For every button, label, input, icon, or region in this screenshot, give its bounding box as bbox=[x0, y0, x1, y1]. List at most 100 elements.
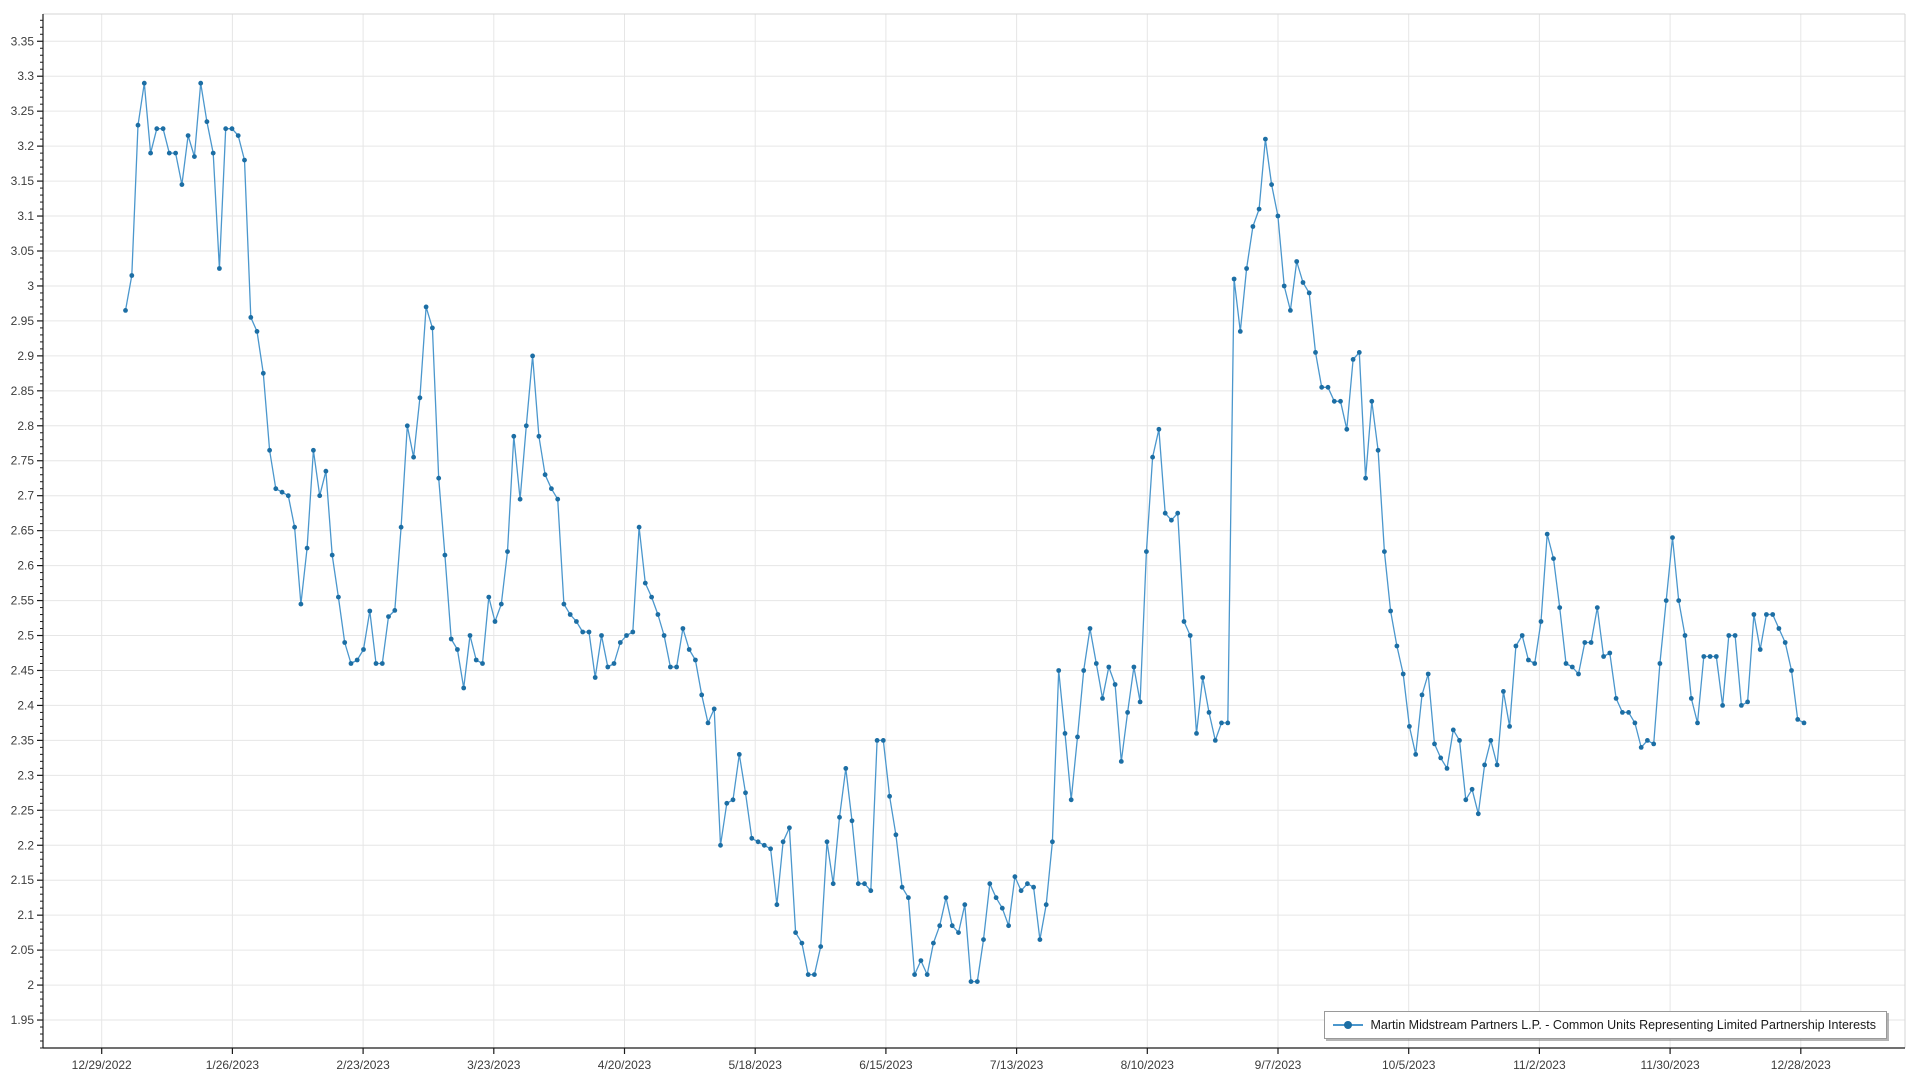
data-point bbox=[1125, 710, 1130, 715]
data-point bbox=[1488, 738, 1493, 743]
data-point bbox=[386, 614, 391, 619]
data-point bbox=[555, 497, 560, 502]
data-point bbox=[455, 647, 460, 652]
data-point bbox=[180, 182, 185, 187]
data-point bbox=[1401, 672, 1406, 677]
data-point bbox=[593, 675, 598, 680]
data-point bbox=[649, 595, 654, 600]
data-point bbox=[662, 633, 667, 638]
data-point bbox=[1695, 721, 1700, 726]
y-tick-label: 3.15 bbox=[11, 174, 35, 188]
data-point bbox=[994, 895, 999, 900]
data-point bbox=[1714, 654, 1719, 659]
data-point bbox=[800, 941, 805, 946]
data-point bbox=[192, 154, 197, 159]
data-point bbox=[286, 493, 291, 498]
data-point bbox=[1708, 654, 1713, 659]
data-point bbox=[1225, 721, 1230, 726]
data-point bbox=[411, 455, 416, 460]
data-point bbox=[1025, 881, 1030, 886]
data-point bbox=[1088, 626, 1093, 631]
data-point bbox=[267, 448, 272, 453]
data-point bbox=[273, 486, 278, 491]
data-point bbox=[1263, 137, 1268, 142]
data-point bbox=[1175, 511, 1180, 516]
data-point bbox=[1745, 700, 1750, 705]
data-point bbox=[1551, 556, 1556, 561]
data-point bbox=[537, 434, 542, 439]
data-point bbox=[511, 434, 516, 439]
data-point bbox=[380, 661, 385, 666]
data-point bbox=[405, 423, 410, 428]
data-point bbox=[612, 661, 617, 666]
data-point bbox=[1163, 511, 1168, 516]
data-point bbox=[1557, 605, 1562, 610]
data-point bbox=[1607, 651, 1612, 656]
data-point bbox=[173, 151, 178, 156]
y-tick-label: 2.05 bbox=[11, 943, 35, 957]
data-point bbox=[399, 525, 404, 530]
data-point bbox=[831, 881, 836, 886]
data-point bbox=[1294, 259, 1299, 264]
data-point bbox=[1614, 696, 1619, 701]
data-point bbox=[862, 881, 867, 886]
y-tick-label: 2.35 bbox=[11, 733, 35, 747]
price-line bbox=[126, 83, 1805, 981]
data-point bbox=[1257, 207, 1262, 212]
data-point bbox=[1006, 923, 1011, 928]
data-point bbox=[1000, 906, 1005, 911]
data-point bbox=[1676, 598, 1681, 603]
data-point bbox=[937, 923, 942, 928]
data-point bbox=[875, 738, 880, 743]
data-point bbox=[1683, 633, 1688, 638]
data-point bbox=[1726, 633, 1731, 638]
data-point bbox=[336, 595, 341, 600]
data-point bbox=[1238, 329, 1243, 334]
x-tick-label: 11/2/2023 bbox=[1513, 1058, 1566, 1072]
data-point bbox=[656, 612, 661, 617]
data-point bbox=[1601, 654, 1606, 659]
x-tick-label: 11/30/2023 bbox=[1641, 1058, 1700, 1072]
data-point bbox=[1363, 476, 1368, 481]
data-point bbox=[1063, 731, 1068, 736]
data-point bbox=[1344, 427, 1349, 432]
data-point bbox=[1332, 399, 1337, 404]
data-point bbox=[912, 972, 917, 977]
x-tick-label: 5/18/2023 bbox=[729, 1058, 783, 1072]
data-point bbox=[1495, 763, 1500, 768]
data-point bbox=[392, 608, 397, 613]
data-point bbox=[223, 126, 228, 131]
data-point bbox=[1752, 612, 1757, 617]
data-point bbox=[1589, 640, 1594, 645]
data-point bbox=[242, 158, 247, 163]
data-point bbox=[430, 326, 435, 331]
data-point bbox=[230, 126, 235, 131]
data-point bbox=[1119, 759, 1124, 764]
data-point bbox=[1733, 633, 1738, 638]
data-point bbox=[806, 972, 811, 977]
data-point bbox=[950, 923, 955, 928]
data-point bbox=[1795, 717, 1800, 722]
data-point bbox=[975, 979, 980, 984]
data-point bbox=[925, 972, 930, 977]
data-point bbox=[1407, 724, 1412, 729]
data-point bbox=[668, 665, 673, 670]
data-point bbox=[236, 133, 241, 138]
data-point bbox=[248, 315, 253, 320]
data-point bbox=[1789, 668, 1794, 673]
data-point bbox=[931, 941, 936, 946]
data-point bbox=[1150, 455, 1155, 460]
price-line-chart-canvas: 1.9522.052.12.152.22.252.32.352.42.452.5… bbox=[0, 0, 1920, 1080]
data-point bbox=[956, 930, 961, 935]
data-point bbox=[342, 640, 347, 645]
data-point bbox=[443, 553, 448, 558]
y-tick-label: 2 bbox=[27, 978, 34, 992]
data-point bbox=[1144, 549, 1149, 554]
data-point bbox=[1307, 291, 1312, 296]
data-point bbox=[1044, 902, 1049, 907]
y-tick-label: 2.15 bbox=[11, 873, 35, 887]
data-point bbox=[1570, 665, 1575, 670]
data-point bbox=[1545, 532, 1550, 537]
data-point bbox=[706, 721, 711, 726]
data-point bbox=[1626, 710, 1631, 715]
